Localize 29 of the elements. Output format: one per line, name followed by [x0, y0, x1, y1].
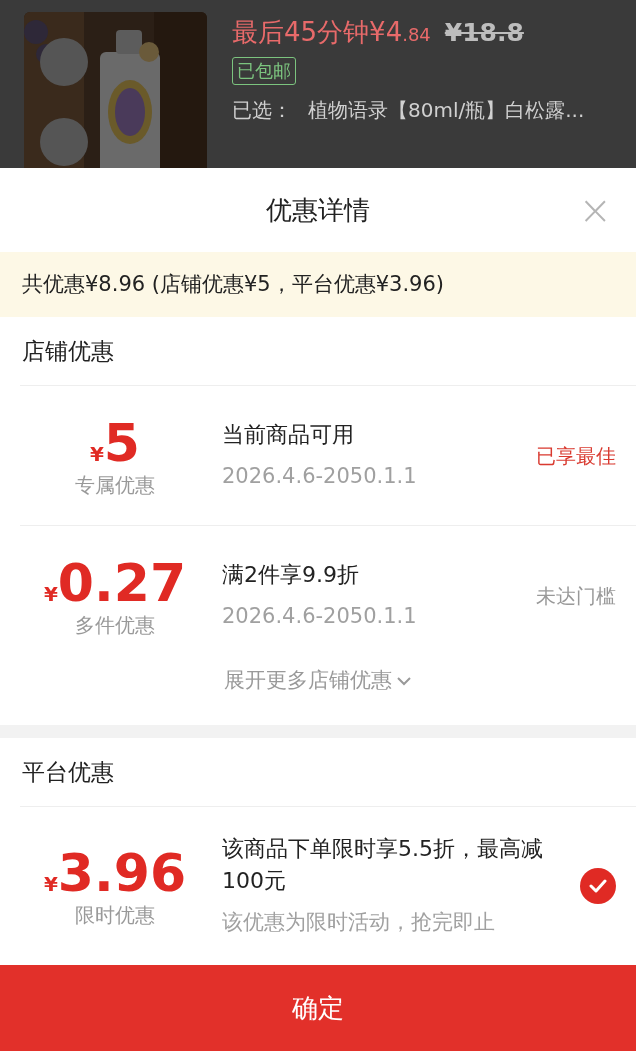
coupon-title: 该商品下单限时享5.5折，最高减100元 — [222, 835, 544, 896]
coupon-detail: 2026.4.6-2050.1.1 — [222, 602, 418, 630]
discount-amount: ¥5 — [89, 413, 141, 472]
chevron-down-icon — [396, 675, 412, 686]
discount-type: 多件优惠 — [75, 611, 155, 638]
checkbox[interactable] — [580, 868, 616, 904]
coupon-status: 已享最佳 — [536, 442, 616, 470]
coupon-detail: 该优惠为限时活动，抢完即止 — [222, 909, 496, 937]
check-icon — [589, 879, 607, 893]
selected-variant: 植物语录【80ml/瓶】白松露... — [308, 97, 585, 124]
discount-type: 专属优惠 — [75, 471, 155, 498]
coupon-title: 满2件享9.9折 — [222, 560, 360, 589]
discount-summary: 共优惠¥8.96 (店铺优惠¥5，平台优惠¥3.96) — [0, 252, 636, 317]
selected-label: 已选： — [232, 97, 292, 124]
shipping-badge: 已包邮 — [232, 57, 296, 85]
discount-type: 限时优惠 — [75, 902, 155, 928]
confirm-button[interactable]: 确定 — [0, 965, 636, 1051]
section-title: 平台优惠 — [21, 757, 115, 787]
coupon-detail: 2026.4.6-2050.1.1 — [222, 462, 418, 490]
sheet-title: 优惠详情 — [266, 193, 370, 227]
sale-price: 最后45分钟¥4.84 — [232, 16, 431, 49]
discount-amount: ¥3.96 — [43, 844, 187, 902]
discount-amount: ¥0.27 — [43, 553, 187, 612]
coupon-status: 未达门槛 — [536, 582, 616, 610]
coupon-title: 当前商品可用 — [222, 420, 355, 449]
expand-more-link[interactable]: 展开更多店铺优惠 — [224, 665, 412, 697]
original-price: ¥18.8 — [444, 17, 524, 49]
section-title: 店铺优惠 — [21, 336, 115, 366]
close-button[interactable]: × — [578, 190, 612, 230]
